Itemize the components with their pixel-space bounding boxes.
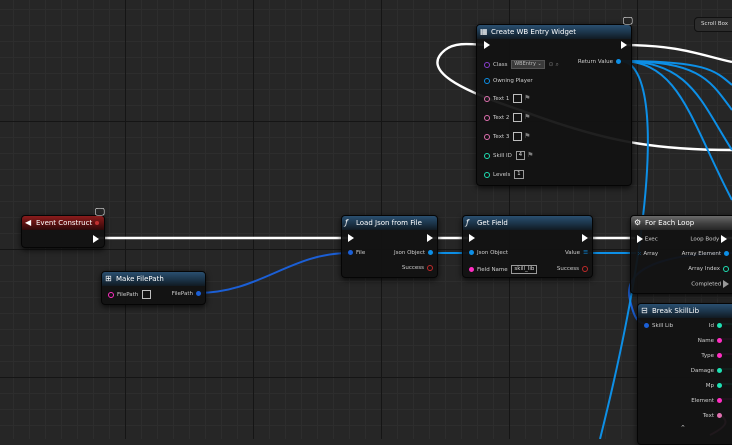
- load-json-object-pin[interactable]: Json Object: [394, 249, 433, 257]
- text1-input[interactable]: [513, 94, 523, 103]
- skill-lib-pin[interactable]: Skill Lib: [644, 322, 673, 330]
- levels-input[interactable]: 1: [514, 170, 524, 179]
- loop-body-pin[interactable]: Loop Body: [690, 235, 727, 244]
- load-success-pin[interactable]: Success: [402, 264, 433, 272]
- owning-player-pin[interactable]: Owning Player: [484, 77, 533, 85]
- search-icon[interactable]: ⌕: [555, 61, 558, 69]
- skill-id-input[interactable]: 4: [515, 151, 526, 160]
- exec-wire-create-out: [621, 43, 732, 64]
- flag-icon[interactable]: ⚑: [527, 152, 533, 159]
- skill-id-pin[interactable]: Skill ID 4 ⚑: [484, 151, 533, 160]
- element-pin[interactable]: Element: [691, 397, 722, 405]
- foreach-exec-pin[interactable]: Exec: [637, 235, 658, 244]
- class-dropdown[interactable]: WBEntry ⌄: [511, 60, 545, 69]
- field-name-input[interactable]: skill_lib: [511, 265, 538, 274]
- array-pin[interactable]: ⁙ Array: [637, 250, 658, 258]
- make-filepath-header[interactable]: ⊞ Make FilePath: [102, 272, 205, 286]
- getfield-exec-out-pin[interactable]: [582, 234, 588, 243]
- flag-icon[interactable]: ⚑: [524, 95, 530, 102]
- type-pin[interactable]: Type: [701, 352, 722, 360]
- event-exec-out-pin[interactable]: [93, 235, 99, 244]
- break-skilllib-node[interactable]: ⊟ Break SkillLib Skill Lib Id Name Type …: [637, 303, 732, 445]
- get-field-node[interactable]: ƒ Get Field Json Object Value ☰ Field Nam…: [462, 215, 593, 278]
- array-index-pin[interactable]: Array Index: [688, 265, 729, 273]
- monitor-icon: 🖵: [623, 16, 633, 27]
- name-pin[interactable]: Name: [698, 337, 722, 345]
- monitor-icon: 🖵: [95, 207, 105, 218]
- create-widget-node[interactable]: ▦ Create WB Entry Widget Class WBEntry ⌄…: [476, 24, 632, 186]
- for-each-loop-title: For Each Loop: [645, 219, 695, 227]
- exec-out-pin[interactable]: [621, 41, 627, 50]
- event-icon: ◀: [25, 218, 32, 227]
- class-pin[interactable]: Class WBEntry ⌄ ⊙ ⌕: [484, 60, 559, 69]
- create-widget-header[interactable]: ▦ Create WB Entry Widget: [477, 25, 631, 39]
- get-field-header[interactable]: ƒ Get Field: [463, 216, 592, 230]
- filepath-out-pin[interactable]: FilePath: [172, 290, 201, 298]
- wire-return-3: [619, 60, 732, 111]
- struct-icon: ⊟: [641, 306, 648, 315]
- field-name-pin[interactable]: Field Name skill_lib: [469, 265, 538, 274]
- levels-pin[interactable]: Levels 1: [484, 170, 524, 179]
- text3-input[interactable]: [513, 132, 523, 141]
- macro-icon: ⚙: [634, 218, 642, 227]
- event-construct-node[interactable]: ◀ Event Construct: [21, 215, 105, 248]
- damage-pin[interactable]: Damage: [691, 367, 722, 375]
- scroll-box-label: Scroll Box: [701, 21, 729, 27]
- collapse-chevron-icon[interactable]: ⌃: [680, 424, 686, 432]
- load-json-node[interactable]: ƒ Load Json from File File Json Object S…: [341, 215, 438, 278]
- flag-icon[interactable]: ⚑: [524, 114, 530, 121]
- wire-filepath-to-file: [196, 252, 350, 294]
- filepath-input[interactable]: [142, 290, 152, 299]
- getfield-success-pin[interactable]: Success: [557, 265, 588, 273]
- text-pin[interactable]: Text: [703, 412, 722, 420]
- for-each-loop-header[interactable]: ⚙ For Each Loop: [631, 216, 732, 230]
- for-each-loop-node[interactable]: ⚙ For Each Loop Exec Loop Body ⁙ Array A…: [630, 215, 732, 294]
- event-construct-header[interactable]: ◀ Event Construct: [22, 216, 104, 230]
- text3-pin[interactable]: Text 3 ⚑: [484, 132, 530, 141]
- completed-pin[interactable]: Completed: [691, 280, 729, 289]
- get-field-title: Get Field: [477, 219, 508, 227]
- load-exec-out-pin[interactable]: [427, 234, 433, 243]
- event-delegate-pin[interactable]: [95, 219, 102, 227]
- getfield-exec-in-pin[interactable]: [469, 234, 475, 243]
- text1-pin[interactable]: Text 1 ⚑: [484, 94, 530, 103]
- make-filepath-title: Make FilePath: [116, 275, 164, 283]
- return-value-pin[interactable]: Return Value: [578, 58, 621, 66]
- break-skilllib-header[interactable]: ⊟ Break SkillLib: [638, 304, 732, 318]
- break-skilllib-title: Break SkillLib: [652, 307, 700, 315]
- value-pin[interactable]: Value ☰: [565, 249, 588, 257]
- wire-return-1: [619, 60, 732, 201]
- load-json-title: Load Json from File: [356, 219, 422, 227]
- function-icon: ƒ: [345, 218, 348, 227]
- load-json-header[interactable]: ƒ Load Json from File: [342, 216, 437, 230]
- text2-pin[interactable]: Text 2 ⚑: [484, 113, 530, 122]
- scroll-box-node[interactable]: Scroll Box: [694, 17, 732, 32]
- make-filepath-node[interactable]: ⊞ Make FilePath FilePath FilePath: [101, 271, 206, 305]
- event-construct-title: Event Construct: [36, 219, 93, 227]
- create-widget-title: Create WB Entry Widget: [491, 28, 576, 36]
- struct-icon: ⊞: [105, 274, 112, 283]
- exec-in-pin[interactable]: [484, 41, 490, 50]
- widget-icon: ▦: [480, 27, 488, 36]
- browse-icon[interactable]: ⊙: [548, 61, 553, 69]
- flag-icon[interactable]: ⚑: [524, 133, 530, 140]
- load-exec-in-pin[interactable]: [348, 234, 354, 243]
- id-pin[interactable]: Id: [709, 322, 722, 330]
- text2-input[interactable]: [513, 113, 523, 122]
- file-pin[interactable]: File: [348, 249, 365, 257]
- mp-pin[interactable]: Mp: [706, 382, 722, 390]
- array-element-pin[interactable]: Array Element: [682, 250, 729, 258]
- getfield-json-object-pin[interactable]: Json Object: [469, 249, 508, 257]
- function-icon: ƒ: [466, 218, 469, 227]
- filepath-in-pin[interactable]: FilePath: [108, 290, 152, 299]
